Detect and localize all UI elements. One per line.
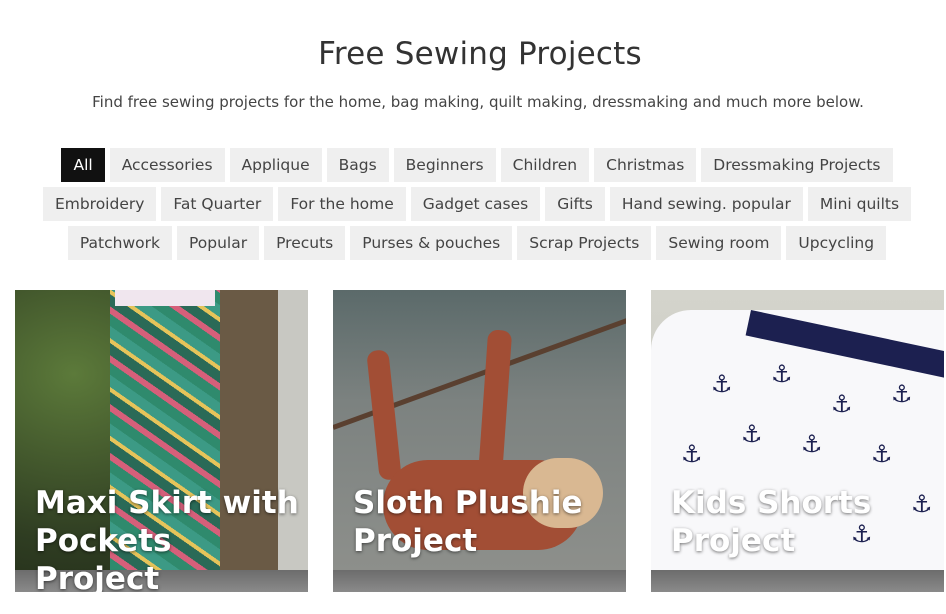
filter-hand-sewing-popular[interactable]: Hand sewing. popular [609,187,803,221]
anchor-icon: ⚓ [741,420,763,448]
category-filter-bar: All Accessories Applique Bags Beginners … [30,148,924,260]
project-card-kids-shorts[interactable]: ⚓ ⚓ ⚓ ⚓ ⚓ ⚓ ⚓ ⚓ ⚓ ⚓ Kids Shorts Project [651,290,944,592]
project-card-maxi-skirt[interactable]: Maxi Skirt with Pockets Project [15,290,308,592]
filter-christmas[interactable]: Christmas [594,148,697,182]
page-title: Free Sewing Projects [318,36,642,72]
filter-applique[interactable]: Applique [229,148,322,182]
anchor-icon: ⚓ [871,440,893,468]
filter-accessories[interactable]: Accessories [109,148,225,182]
filter-all[interactable]: All [61,148,105,182]
filter-mini-quilts[interactable]: Mini quilts [807,187,912,221]
project-card-title[interactable]: Maxi Skirt with Pockets Project [35,484,305,592]
card-footer-shade [651,570,944,592]
anchor-icon: ⚓ [891,380,913,408]
anchor-icon: ⚓ [831,390,853,418]
filter-gifts[interactable]: Gifts [545,187,605,221]
filter-beginners[interactable]: Beginners [393,148,496,182]
filter-dressmaking-projects[interactable]: Dressmaking Projects [701,148,893,182]
page-subtitle: Find free sewing projects for the home, … [92,93,864,111]
project-card-title[interactable]: Kids Shorts Project [671,484,941,560]
filter-popular[interactable]: Popular [176,226,260,260]
anchor-icon: ⚓ [681,440,703,468]
filter-gadget-cases[interactable]: Gadget cases [410,187,541,221]
filter-purses-pouches[interactable]: Purses & pouches [350,226,513,260]
filter-for-the-home[interactable]: For the home [278,187,406,221]
filter-bags[interactable]: Bags [326,148,389,182]
filter-children[interactable]: Children [500,148,590,182]
anchor-icon: ⚓ [771,360,793,388]
filter-sewing-room[interactable]: Sewing room [656,226,782,260]
card-footer-shade [333,570,626,592]
filter-patchwork[interactable]: Patchwork [67,226,172,260]
filter-scrap-projects[interactable]: Scrap Projects [517,226,652,260]
filter-precuts[interactable]: Precuts [264,226,346,260]
project-card-title[interactable]: Sloth Plushie Project [353,484,623,560]
filter-upcycling[interactable]: Upcycling [786,226,887,260]
anchor-icon: ⚓ [801,430,823,458]
filter-embroidery[interactable]: Embroidery [42,187,157,221]
project-card-sloth-plushie[interactable]: Sloth Plushie Project [333,290,626,592]
filter-fat-quarter[interactable]: Fat Quarter [161,187,274,221]
anchor-icon: ⚓ [711,370,733,398]
